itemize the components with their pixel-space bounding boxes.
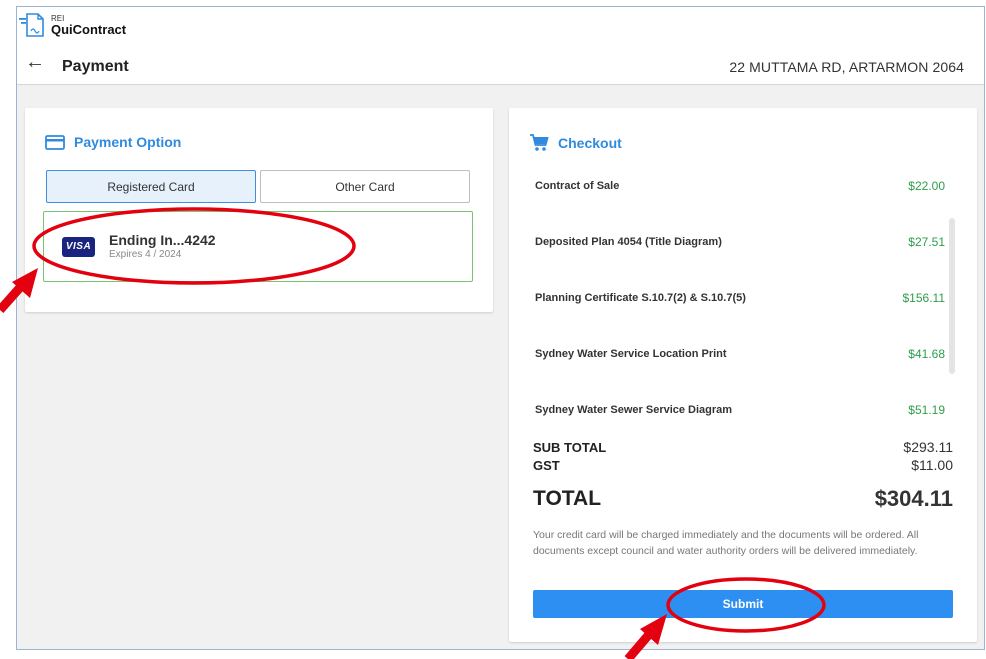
- item-price: $51.19: [908, 403, 945, 417]
- app-window: REI QuiContract ← Payment 22 MUTTAMA RD,…: [16, 6, 985, 650]
- item-name: Sydney Water Service Location Print: [535, 348, 727, 360]
- payment-option-panel: Payment Option Registered Card Other Car…: [25, 108, 493, 312]
- total-row: TOTAL $304.11: [533, 486, 953, 512]
- item-name: Planning Certificate S.10.7(2) & S.10.7(…: [535, 292, 746, 304]
- subtotal-label: SUB TOTAL: [533, 439, 607, 455]
- checkout-panel: Checkout Contract of Sale $22.00 Deposit…: [509, 108, 977, 642]
- document-logo-icon: [17, 12, 47, 38]
- charge-notice: Your credit card will be charged immedia…: [533, 529, 919, 557]
- list-item: Sydney Water Sewer Service Diagram $51.1…: [535, 400, 945, 418]
- item-name: Deposited Plan 4054 (Title Diagram): [535, 236, 722, 248]
- logo-name: QuiContract: [51, 21, 127, 37]
- registered-card-option[interactable]: VISA Ending In...4242 Expires 4 / 2024: [43, 211, 473, 282]
- gst-value: $11.00: [911, 457, 953, 473]
- item-name: Contract of Sale: [535, 180, 620, 192]
- checkout-heading: Checkout: [529, 134, 622, 152]
- tab-registered-card[interactable]: Registered Card: [46, 170, 256, 203]
- item-price: $27.51: [908, 235, 945, 249]
- item-price: $22.00: [908, 179, 945, 193]
- page-title: Payment: [62, 58, 129, 75]
- card-ending: Ending In...4242: [109, 232, 216, 248]
- list-item: Contract of Sale $22.00: [535, 176, 945, 196]
- payment-option-heading: Payment Option: [45, 134, 181, 150]
- visa-logo-icon: VISA: [62, 236, 95, 257]
- top-bar: REI QuiContract ← Payment 22 MUTTAMA RD,…: [17, 7, 984, 85]
- property-address: 22 MUTTAMA RD, ARTARMON 2064: [729, 59, 964, 75]
- list-item: Sydney Water Service Location Print $41.…: [535, 344, 945, 364]
- card-expiry: Expires 4 / 2024: [109, 249, 182, 260]
- items-scrollbar[interactable]: [949, 218, 955, 374]
- back-arrow-icon[interactable]: ←: [25, 52, 45, 72]
- list-item: Planning Certificate S.10.7(2) & S.10.7(…: [535, 288, 945, 308]
- gst-row: GST $11.00: [533, 457, 953, 473]
- subtotal-row: SUB TOTAL $293.11: [533, 439, 953, 455]
- card-type-toggle: Registered Card Other Card: [46, 170, 470, 203]
- subtotal-value: $293.11: [903, 439, 953, 455]
- submit-button[interactable]: Submit: [533, 590, 953, 618]
- tab-other-card[interactable]: Other Card: [260, 170, 470, 203]
- item-price: $156.11: [902, 291, 946, 305]
- checkout-title: Checkout: [558, 135, 622, 151]
- item-price: $41.68: [908, 347, 945, 361]
- payment-option-title: Payment Option: [74, 134, 182, 150]
- logo: REI QuiContract: [17, 11, 126, 39]
- credit-card-icon: [45, 134, 65, 150]
- order-items-list[interactable]: Contract of Sale $22.00 Deposited Plan 4…: [535, 170, 955, 418]
- total-label: TOTAL: [533, 487, 602, 510]
- list-item: Deposited Plan 4054 (Title Diagram) $27.…: [535, 232, 945, 252]
- total-value: $304.11: [874, 486, 953, 511]
- item-name: Sydney Water Sewer Service Diagram: [535, 404, 733, 416]
- shopping-cart-icon: [530, 134, 549, 151]
- gst-label: GST: [533, 457, 560, 473]
